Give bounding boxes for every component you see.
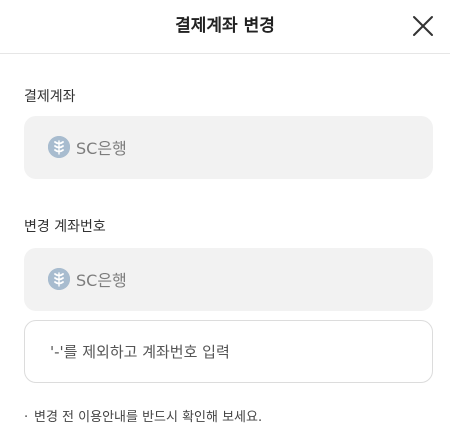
account-number-placeholder: '-'를 제외하고 계좌번호 입력: [50, 343, 230, 361]
sc-bank-logo-icon: [48, 136, 70, 158]
payment-bank-name: SC은행: [76, 139, 127, 158]
account-number-input[interactable]: '-'를 제외하고 계좌번호 입력: [24, 320, 433, 383]
notice-bullet: ·: [24, 410, 29, 425]
notice-message: 변경 전 이용안내를 반드시 확인해 보세요.: [34, 410, 263, 425]
change-account-bank-select[interactable]: SC은행: [24, 248, 433, 311]
close-button[interactable]: [412, 15, 434, 37]
change-account-label: 변경 계좌번호: [24, 219, 106, 235]
notice-text: · 변경 전 이용안내를 반드시 확인해 보세요.: [24, 406, 262, 425]
payment-account-label: 결제계좌: [24, 89, 76, 105]
page-title: 결제계좌 변경: [175, 16, 275, 36]
sc-bank-logo-icon: [48, 268, 70, 290]
close-icon: [413, 16, 433, 36]
modal-header: 결제계좌 변경: [0, 0, 450, 54]
payment-account-bank-field: SC은행: [24, 116, 433, 179]
change-bank-name: SC은행: [76, 271, 127, 290]
